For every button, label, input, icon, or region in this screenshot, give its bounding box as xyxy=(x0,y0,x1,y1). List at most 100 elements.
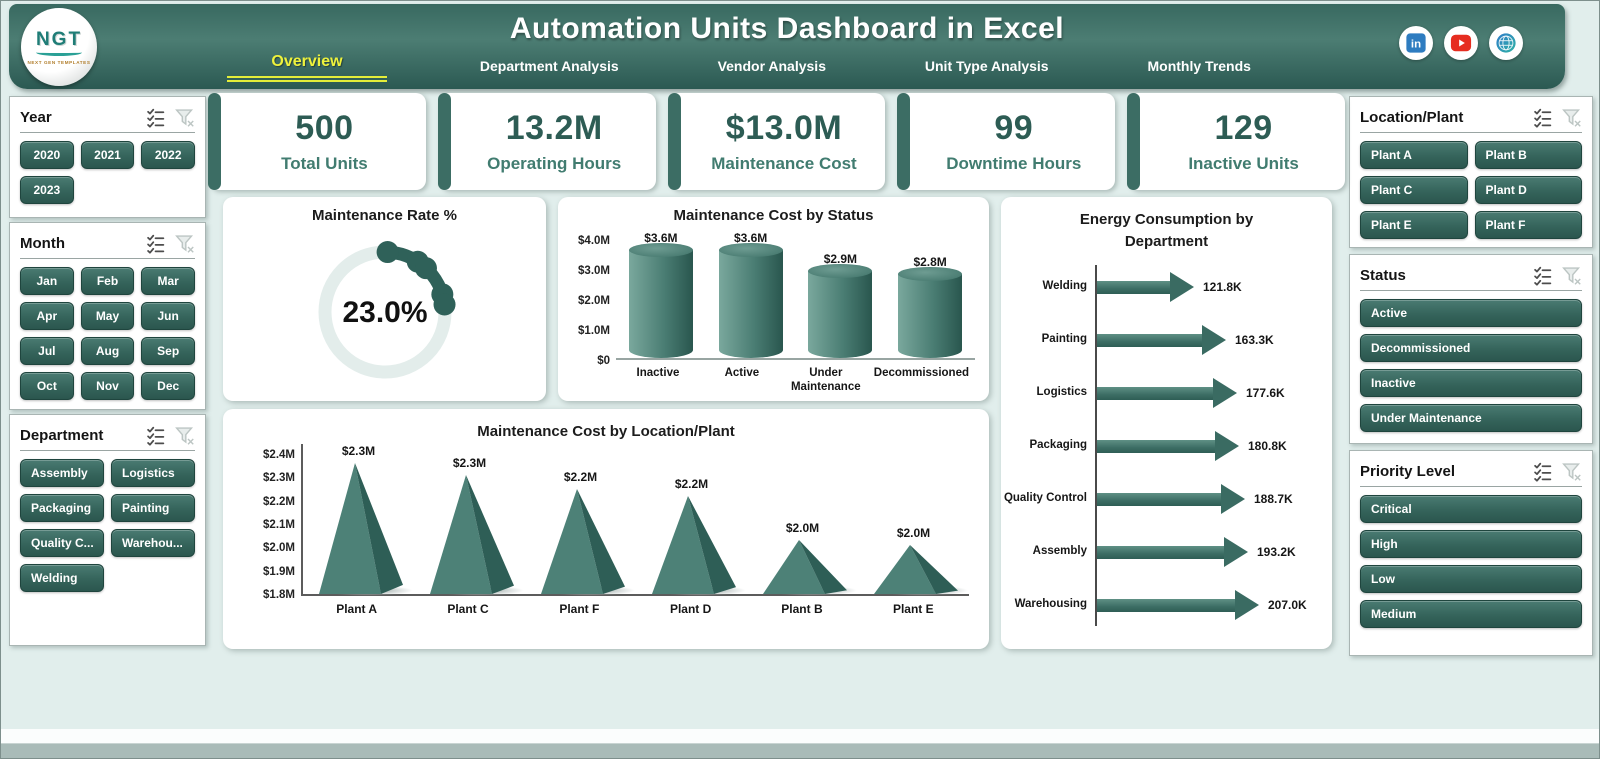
clear-filter-icon[interactable] xyxy=(174,233,195,254)
arrow-bar-row: Logistics 177.6K xyxy=(1001,367,1332,420)
slicer-button-plant-e[interactable]: Plant E xyxy=(1360,211,1468,239)
category-label: Plant A xyxy=(301,602,412,616)
slicer-button-2021[interactable]: 2021 xyxy=(81,141,135,169)
slicer-button-jun[interactable]: Jun xyxy=(141,302,195,330)
clear-filter-icon[interactable] xyxy=(174,425,195,446)
pyramid-bar-chart: $2.4M$2.3M$2.2M$2.1M$2.0M$1.9M$1.8M$2.3M… xyxy=(223,440,989,616)
multi-select-icon[interactable] xyxy=(145,425,166,446)
x-axis: InactiveActiveUnder MaintenanceDecommiss… xyxy=(616,360,975,395)
page-title: Automation Units Dashboard in Excel xyxy=(9,12,1565,46)
y-axis-tick: $3.0M xyxy=(578,265,610,277)
slicer-button-packaging[interactable]: Packaging xyxy=(20,494,104,522)
tab-monthly-trends[interactable]: Monthly Trends xyxy=(1142,58,1257,82)
slicer-button-inactive[interactable]: Inactive xyxy=(1360,369,1582,397)
header: NGT NEXT GEN TEMPLATES Automation Units … xyxy=(9,4,1565,89)
slicer-button-oct[interactable]: Oct xyxy=(20,372,74,400)
priority-level-slicer: Priority LevelCriticalHighLowMedium xyxy=(1349,450,1593,656)
slicer-button-warehou[interactable]: Warehou... xyxy=(111,529,195,557)
energy-bar-packaging xyxy=(1097,440,1215,453)
bar-group: $2.9M xyxy=(796,228,886,358)
bar-value-label: 163.3K xyxy=(1235,333,1274,347)
department-slicer: Department AssemblyLogisticsPackagingPain… xyxy=(9,414,206,646)
slicer-button-2020[interactable]: 2020 xyxy=(20,141,74,169)
slicer-button-plant-a[interactable]: Plant A xyxy=(1360,141,1468,169)
y-axis-tick: $2.1M xyxy=(237,519,295,531)
slicer-button-under-maintenance[interactable]: Under Maintenance xyxy=(1360,404,1582,432)
tab-unit-type-analysis[interactable]: Unit Type Analysis xyxy=(919,58,1055,82)
maintenance-cost-by-plant-chart: Maintenance Cost by Location/Plant $2.4M… xyxy=(223,409,989,649)
slicer-button-sep[interactable]: Sep xyxy=(141,337,195,365)
youtube-icon[interactable] xyxy=(1444,26,1478,60)
kpi-card-operating-hours: 13.2MOperating Hours xyxy=(439,93,656,190)
slicer-title: Location/Plant xyxy=(1360,109,1463,126)
slicer-button-jul[interactable]: Jul xyxy=(20,337,74,365)
bar-group: $2.0M xyxy=(747,521,858,594)
arrow-head-icon xyxy=(1215,431,1239,461)
clear-filter-icon[interactable] xyxy=(174,107,195,128)
multi-select-icon[interactable] xyxy=(1532,461,1553,482)
slicer-button-plant-f[interactable]: Plant F xyxy=(1475,211,1583,239)
bar-value-label: 207.0K xyxy=(1268,598,1307,612)
arrow-bar-row: Welding121.8K xyxy=(1001,261,1332,314)
slicer-button-low[interactable]: Low xyxy=(1360,565,1582,593)
slicer-button-logistics[interactable]: Logistics xyxy=(111,459,195,487)
tab-vendor-analysis[interactable]: Vendor Analysis xyxy=(712,58,832,82)
kpi-card-downtime-hours: 99Downtime Hours xyxy=(898,93,1115,190)
clear-filter-icon[interactable] xyxy=(1561,107,1582,128)
multi-select-icon[interactable] xyxy=(1532,265,1553,286)
x-axis: Plant APlant CPlant FPlant DPlant BPlant… xyxy=(301,596,969,616)
logo-swoosh-icon xyxy=(36,49,82,56)
slicer-button-2022[interactable]: 2022 xyxy=(141,141,195,169)
slicer-button-assembly[interactable]: Assembly xyxy=(20,459,104,487)
category-label: Logistics xyxy=(1001,386,1087,400)
slicer-title: Department xyxy=(20,427,103,444)
slicer-button-feb[interactable]: Feb xyxy=(81,267,135,295)
slicer-button-quality-c[interactable]: Quality C... xyxy=(20,529,104,557)
y-axis-tick: $2.4M xyxy=(237,449,295,461)
energy-bar-warehousing xyxy=(1097,599,1235,612)
slicer-button-critical[interactable]: Critical xyxy=(1360,495,1582,523)
social-links: in xyxy=(1399,26,1523,60)
slicer-button-welding[interactable]: Welding xyxy=(20,564,104,592)
bar-value-label: 177.6K xyxy=(1246,386,1285,400)
slicer-button-plant-d[interactable]: Plant D xyxy=(1475,176,1583,204)
kpi-value: 99 xyxy=(994,109,1033,148)
slicer-button-painting[interactable]: Painting xyxy=(111,494,195,522)
slicer-button-aug[interactable]: Aug xyxy=(81,337,135,365)
slicer-button-high[interactable]: High xyxy=(1360,530,1582,558)
slicer-button-active[interactable]: Active xyxy=(1360,299,1582,327)
bar-value-label: $2.2M xyxy=(675,477,708,491)
slicer-button-plant-b[interactable]: Plant B xyxy=(1475,141,1583,169)
y-axis-tick: $1.9M xyxy=(237,566,295,578)
slicer-button-dec[interactable]: Dec xyxy=(141,372,195,400)
chart-title: Maintenance Rate % xyxy=(223,197,546,224)
category-label: Packaging xyxy=(1001,439,1087,453)
slicer-button-jan[interactable]: Jan xyxy=(20,267,74,295)
kpi-value: 500 xyxy=(295,109,353,148)
tab-department-analysis[interactable]: Department Analysis xyxy=(474,58,625,82)
multi-select-icon[interactable] xyxy=(1532,107,1553,128)
multi-select-icon[interactable] xyxy=(145,107,166,128)
cylinder-bar-inactive xyxy=(629,250,693,358)
multi-select-icon[interactable] xyxy=(145,233,166,254)
slicer-button-decommissioned[interactable]: Decommissioned xyxy=(1360,334,1582,362)
tab-overview[interactable]: Overview xyxy=(227,53,387,82)
slicer-button-apr[interactable]: Apr xyxy=(20,302,74,330)
energy-bar-quality-control xyxy=(1097,493,1221,506)
energy-bar-welding xyxy=(1097,281,1170,294)
bar-value-label: $2.0M xyxy=(897,526,930,540)
slicer-button-2023[interactable]: 2023 xyxy=(20,176,74,204)
clear-filter-icon[interactable] xyxy=(1561,461,1582,482)
linkedin-icon[interactable]: in xyxy=(1399,26,1433,60)
slicer-button-medium[interactable]: Medium xyxy=(1360,600,1582,628)
slicer-button-nov[interactable]: Nov xyxy=(81,372,135,400)
bar-value-label: $2.3M xyxy=(342,444,375,458)
slicer-button-may[interactable]: May xyxy=(81,302,135,330)
slicer-button-mar[interactable]: Mar xyxy=(141,267,195,295)
pyramid-bar-plant-a xyxy=(313,463,405,594)
slicer-title: Year xyxy=(20,109,52,126)
web-icon[interactable] xyxy=(1489,26,1523,60)
slicer-button-plant-c[interactable]: Plant C xyxy=(1360,176,1468,204)
clear-filter-icon[interactable] xyxy=(1561,265,1582,286)
energy-bar-painting xyxy=(1097,334,1202,347)
